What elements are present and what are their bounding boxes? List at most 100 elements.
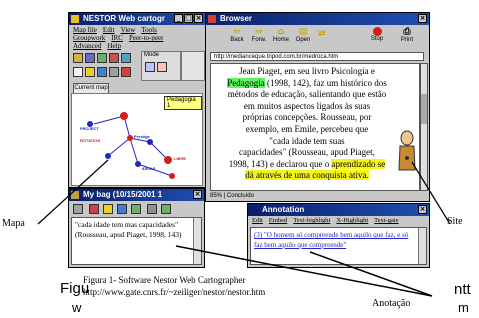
body-line: em muitos aspectos ligados às suas <box>215 101 399 113</box>
browser-close-button[interactable]: × <box>418 14 427 23</box>
body-text: 1998, 143) e declarou que o <box>228 158 332 169</box>
body-text: em muitos aspectos ligados às suas <box>243 100 371 111</box>
mode-label: Mode <box>144 52 160 58</box>
menu-help[interactable]: Help <box>107 42 121 50</box>
menu-embed[interactable]: Embed <box>269 217 287 224</box>
annotation-title: Annotation <box>262 205 305 214</box>
label-site: Site <box>447 216 463 227</box>
bag-tool-icon-7[interactable] <box>161 204 171 214</box>
bag-tool-icon-1[interactable] <box>73 204 83 214</box>
body-line: exemplo, em Emile, percebeu que <box>215 124 399 136</box>
scroll-thumb[interactable] <box>421 94 427 124</box>
map-node <box>120 112 128 120</box>
annotation-titlebar[interactable]: Annotation <box>248 204 429 216</box>
menu-map-file[interactable]: Map file <box>73 26 97 34</box>
bag-scrollbar[interactable] <box>193 218 201 264</box>
browser-home-button[interactable]: ⌂ Home <box>270 27 292 43</box>
url-bar[interactable]: http://medianceque.tripod.com.br/medroca… <box>210 52 424 61</box>
menu-edit[interactable]: Edit <box>103 26 115 34</box>
annotation-window: Annotation × Edit Embed Text-highlight X-Hi… <box>247 203 430 268</box>
annotation-content[interactable]: (3) "O homem só compreende bem aquilo qu… <box>250 227 427 265</box>
bag-tool-icon-2[interactable] <box>89 204 99 214</box>
browser-forward-button[interactable]: ⇨ Forw. <box>248 27 270 43</box>
body-line: dá através de uma conquista ativa. <box>215 170 399 182</box>
browser-titlebar[interactable]: Browser <box>206 13 429 25</box>
body-text: exemplo, em Emile, percebeu que <box>245 123 369 134</box>
highlight-yellow: aprendizado se <box>331 158 386 169</box>
arrow-icon[interactable] <box>109 67 119 77</box>
home-label: Home <box>272 37 289 43</box>
nestor-window: NESTOR Web cartogr _ □ × Map file Edit Vie… <box>68 12 206 188</box>
maximize-button[interactable]: □ <box>184 14 193 23</box>
nestor-menu-row2: Groupwork IRC Peer-to-peer <box>73 34 169 42</box>
forward-label: Forw. <box>251 37 267 43</box>
browser-status-bar: 85% | Concluído <box>210 192 428 201</box>
menu-text-gate[interactable]: Text-gate <box>374 217 398 224</box>
annotation-scrollbar[interactable] <box>418 228 426 264</box>
minimize-button[interactable]: _ <box>174 14 183 23</box>
body-text: (1998, 142), faz um histórico dos <box>264 77 387 88</box>
menu-x-highlight[interactable]: X-Highlight <box>336 217 368 224</box>
pointer-icon[interactable] <box>73 67 83 77</box>
stop-icon <box>372 27 382 36</box>
open-label: Open <box>295 37 311 43</box>
menu-advanced[interactable]: Advanced <box>73 42 101 50</box>
browser-nav-extra-icon[interactable]: ⇄ <box>318 29 326 39</box>
node-icon[interactable] <box>97 67 107 77</box>
globe-icon[interactable] <box>121 53 131 63</box>
bag-tool-icon-5[interactable] <box>131 204 141 214</box>
map-node-label: LIBRE <box>174 156 186 161</box>
bag-titlebar[interactable]: My bag (10/15/2001 1 <box>69 189 204 201</box>
menu-view[interactable]: View <box>121 26 136 34</box>
map-node <box>147 139 153 145</box>
browser-scrollbar[interactable] <box>420 63 428 191</box>
browser-open-button[interactable]: ▤ Open <box>292 27 314 43</box>
url-text: http://medianceque.tripod.com.br/medroca… <box>214 54 339 60</box>
bag-tool-icon-3[interactable] <box>103 204 113 214</box>
map-node <box>127 135 133 141</box>
browser-body-text: Jean Piaget, em seu livro Psicologia e Pe… <box>215 66 399 182</box>
bag-tool-icon-6[interactable] <box>147 204 157 214</box>
body-text: "cada idade tem suas <box>269 135 345 146</box>
body-line: próprias concepções. Rousseau, por <box>215 112 399 124</box>
save-icon[interactable] <box>85 53 95 63</box>
delete-icon[interactable] <box>121 67 131 77</box>
annotation-text: (3) "O homem só compreende bem aquilo qu… <box>254 231 409 249</box>
menu-tools[interactable]: Tools <box>141 26 156 34</box>
browser-stop-button[interactable]: Stop <box>366 27 388 42</box>
menu-groupwork[interactable]: Groupwork <box>73 34 105 42</box>
mode-icon-a[interactable] <box>145 62 155 72</box>
map-node-label: IDEIAS <box>142 166 156 171</box>
browser-back-button[interactable]: ⇦ Back <box>226 27 248 43</box>
bag-content[interactable]: "cada idade tem mas capacidades" (Rousse… <box>71 217 202 265</box>
menu-edit[interactable]: Edit <box>252 217 263 224</box>
forward-arrow-icon: ⇨ <box>255 27 263 37</box>
back-arrow-icon: ⇦ <box>233 27 241 37</box>
folder-icon[interactable] <box>73 53 83 63</box>
bag-tool-icon-4[interactable] <box>117 204 127 214</box>
browser-app-icon <box>208 15 216 23</box>
book-icon[interactable] <box>109 53 119 63</box>
body-line: métodos de educação, salientando que est… <box>215 89 399 101</box>
scroll-strip[interactable] <box>181 51 205 81</box>
map-node <box>135 161 141 167</box>
bag-close-button[interactable]: × <box>193 190 202 199</box>
map-canvas[interactable]: Pedagogia 1 PROJECT ROTATION Prestige LI… <box>71 93 203 186</box>
map-icon[interactable] <box>97 53 107 63</box>
home-icon: ⌂ <box>277 27 285 37</box>
caption-right-fragment: ntt <box>454 281 471 298</box>
mode-icon-b[interactable] <box>157 62 167 72</box>
body-line: 1998, 143) e declarou que o aprendizado … <box>215 158 399 171</box>
browser-print-button[interactable]: ⎙ Print <box>396 27 418 43</box>
body-text: capacidades" (Rousseau, apud Piaget, <box>239 147 375 158</box>
close-button[interactable]: × <box>194 14 203 23</box>
mode-panel: Mode <box>141 51 181 81</box>
menu-peer-to-peer[interactable]: Peer-to-peer <box>129 34 163 42</box>
menu-text-highlight[interactable]: Text-highlight <box>293 217 330 224</box>
link-icon[interactable] <box>85 67 95 77</box>
body-line: capacidades" (Rousseau, apud Piaget, <box>215 147 399 159</box>
back-label: Back <box>230 37 244 43</box>
menu-irc[interactable]: IRC <box>111 34 123 42</box>
body-text: métodos de educação, salientando que est… <box>227 89 387 100</box>
annotation-close-button[interactable]: × <box>418 205 427 214</box>
